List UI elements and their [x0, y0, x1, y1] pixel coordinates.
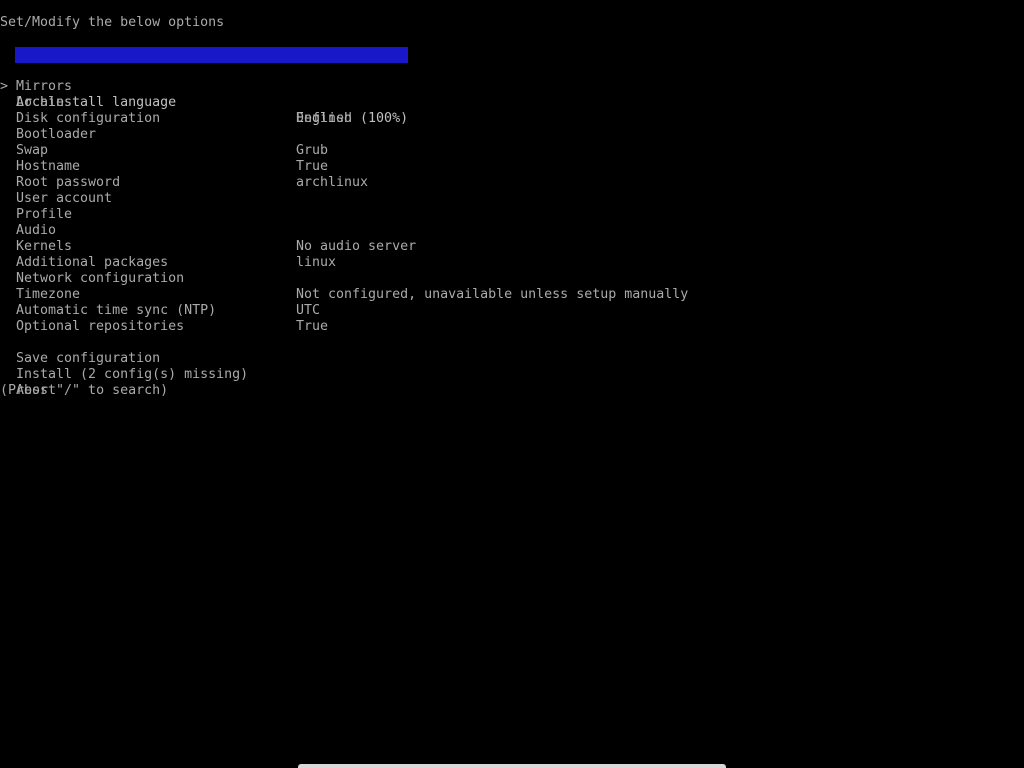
menu-item-value: True	[296, 319, 329, 334]
menu-item-user-account[interactable]: User account	[0, 175, 1000, 206]
search-hint: (Press "/" to search)	[0, 383, 169, 398]
menu-item-timezone[interactable]: Timezone UTC	[0, 271, 1000, 318]
terminal-screen: Set/Modify the below options > Archinsta…	[0, 0, 1024, 768]
page-title: Set/Modify the below options	[0, 15, 225, 30]
install-button[interactable]: Install (2 config(s) missing)	[0, 351, 1000, 382]
menu-item-audio[interactable]: Audio No audio server	[0, 207, 1000, 254]
menu-item-network-configuration[interactable]: Network configuration Not configured, un…	[0, 255, 1000, 302]
save-configuration-button[interactable]: Save configuration	[0, 335, 1000, 366]
menu-item-archinstall-language[interactable]: > Archinstall language English (100%)	[0, 47, 1000, 126]
menu-item-additional-packages[interactable]: Additional packages	[0, 239, 1000, 270]
menu-item-root-password[interactable]: Root password	[0, 159, 1000, 190]
menu-item-mirrors[interactable]: Mirrors	[0, 63, 1000, 94]
selection-highlight	[15, 47, 408, 63]
menu-item-bootloader[interactable]: Bootloader Grub	[0, 111, 1000, 158]
abort-button[interactable]: Abort	[0, 367, 1000, 398]
menu-item-kernels[interactable]: Kernels linux	[0, 223, 1000, 270]
menu-item-locales[interactable]: Locales Defined	[0, 79, 1000, 126]
menu-item-automatic-time-sync[interactable]: Automatic time sync (NTP) True	[0, 287, 1000, 334]
menu-item-swap[interactable]: Swap True	[0, 127, 1000, 174]
menu-item-label: Optional repositories	[16, 319, 185, 334]
menu-item-optional-repositories[interactable]: Optional repositories	[0, 303, 1000, 334]
bottom-panel-edge	[298, 764, 726, 768]
menu-item-hostname[interactable]: Hostname archlinux	[0, 143, 1000, 190]
menu-item-disk-configuration[interactable]: Disk configuration	[0, 95, 1000, 126]
menu-item-profile[interactable]: Profile	[0, 191, 1000, 222]
